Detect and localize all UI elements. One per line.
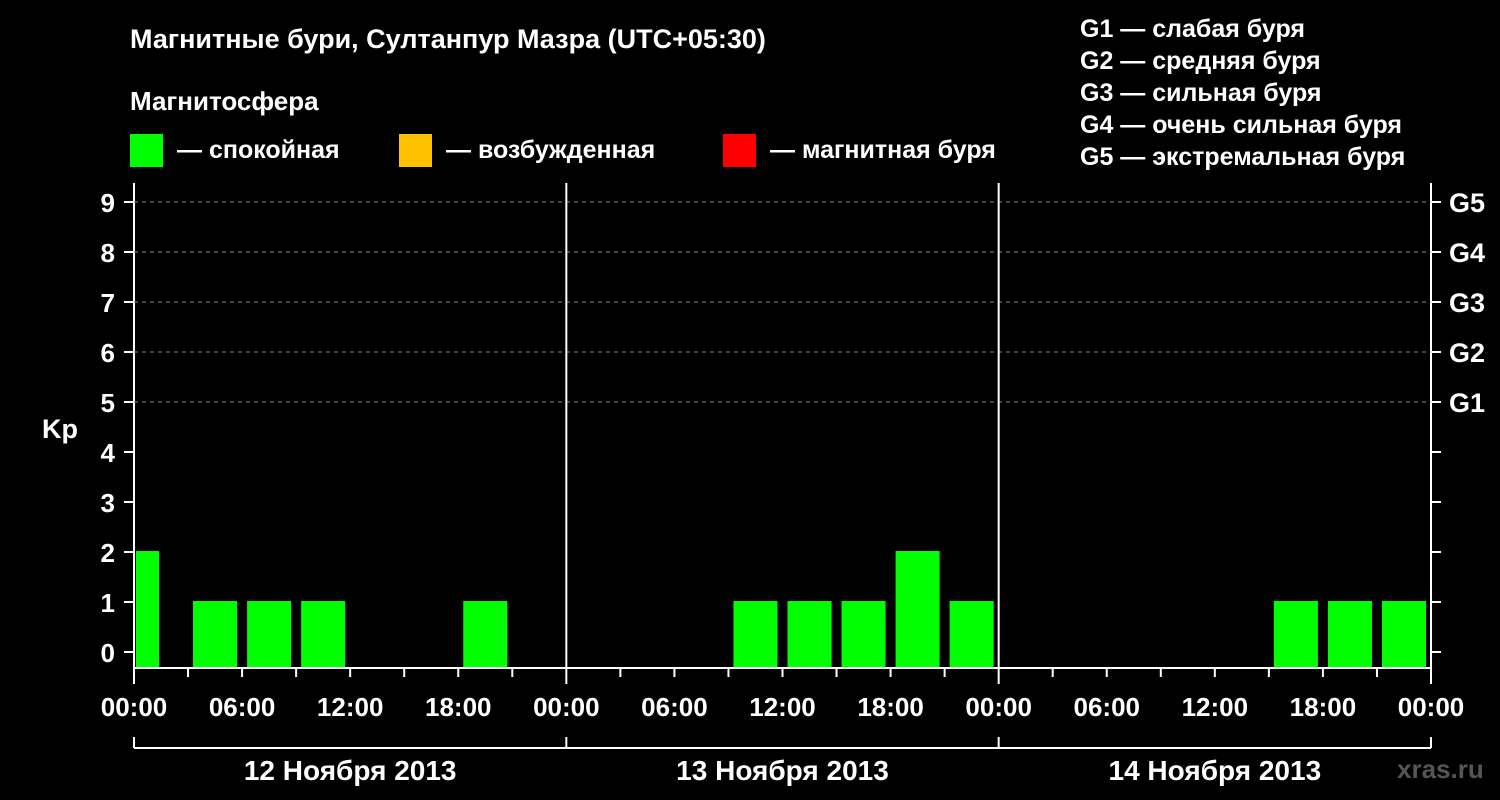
y-axis-label: Kp: [42, 414, 78, 444]
kp-bar-day1-slot2: [193, 601, 238, 667]
kp-bar-day3-slot7: [1327, 601, 1372, 667]
kp-bar-day2-slot4: [733, 601, 778, 667]
x-tick-label: 18:00: [1290, 692, 1357, 722]
y-tick-label-8: 8: [101, 238, 115, 268]
kp-bar-day2-slot5: [787, 601, 832, 667]
legend-label-1: — спокойная: [177, 136, 340, 164]
y-tick-label-1: 1: [101, 588, 115, 618]
x-tick-label: 00:00: [101, 692, 168, 722]
right-axis-label-G5: G5: [1449, 188, 1485, 218]
kp-bar-day1-slot3: [247, 601, 292, 667]
x-tick-label: 18:00: [425, 692, 492, 722]
legend-swatch-3: [723, 134, 756, 167]
chart-title: Магнитные бури, Султанпур Мазра (UTC+05:…: [130, 24, 766, 54]
kp-bar-day2-slot6: [841, 601, 886, 667]
x-tick-label: 06:00: [641, 692, 708, 722]
kp-bar-day2-slot8: [949, 601, 994, 667]
x-tick-label: 00:00: [533, 692, 600, 722]
credit-label: xras.ru: [1397, 754, 1484, 784]
storm-level-item-2: G2 — средняя буря: [1080, 47, 1321, 75]
y-tick-label-9: 9: [101, 188, 115, 218]
x-tick-label: 06:00: [209, 692, 276, 722]
x-tick-label-end: 00:00: [1398, 692, 1465, 722]
kp-bar-day1-slot1: [136, 551, 160, 667]
date-label-2: 13 Ноября 2013: [676, 755, 889, 786]
legend-label-2: — возбужденная: [446, 136, 655, 164]
x-tick-label: 18:00: [857, 692, 924, 722]
storm-level-item-1: G1 — слабая буря: [1080, 15, 1305, 43]
legend-heading: Магнитосфера: [130, 86, 319, 116]
y-tick-label-2: 2: [101, 538, 115, 568]
date-label-1: 12 Ноября 2013: [244, 755, 457, 786]
right-axis-label-G1: G1: [1449, 388, 1485, 418]
kp-bar-day3-slot8: [1381, 601, 1426, 667]
storm-level-item-5: G5 — экстремальная буря: [1080, 143, 1405, 171]
legend-swatch-1: [130, 134, 163, 167]
right-axis-label-G4: G4: [1449, 238, 1485, 268]
y-tick-label-6: 6: [101, 338, 115, 368]
x-tick-label: 06:00: [1074, 692, 1141, 722]
y-tick-label-7: 7: [101, 288, 115, 318]
kp-bar-day1-slot7: [463, 601, 508, 667]
legend-swatch-2: [399, 134, 432, 167]
x-tick-label: 12:00: [317, 692, 384, 722]
right-axis-label-G2: G2: [1449, 338, 1485, 368]
plot-area: 0 1 2 3 4 5 6 7 8 9 G1 G2 G3 G4 G5 00:00 06:00 12:00 18:00…: [101, 183, 1485, 786]
right-axis-label-G3: G3: [1449, 288, 1485, 318]
status-legend: — спокойная — возбужденная — магнитная бур…: [130, 134, 996, 167]
y-tick-label-4: 4: [101, 438, 116, 468]
storm-level-legend: G1 — слабая буря G2 — средняя буря G3 — си…: [1080, 15, 1405, 171]
y-tick-label-3: 3: [101, 488, 115, 518]
date-label-3: 14 Ноября 2013: [1109, 755, 1322, 786]
kp-bar-day2-slot7: [895, 551, 940, 667]
x-tick-label: 00:00: [965, 692, 1032, 722]
y-tick-label-5: 5: [101, 388, 115, 418]
kp-bar-day3-slot6: [1273, 601, 1318, 667]
storm-level-item-3: G3 — сильная буря: [1080, 79, 1322, 107]
legend-label-3: — магнитная буря: [770, 136, 996, 164]
kp-chart: Магнитные бури, Султанпур Мазра (UTC+05:…: [42, 15, 1485, 786]
x-tick-label: 12:00: [749, 692, 816, 722]
y-tick-label-0: 0: [101, 638, 115, 668]
storm-level-item-4: G4 — очень сильная буря: [1080, 111, 1402, 139]
x-tick-label: 12:00: [1182, 692, 1249, 722]
kp-bar-day1-slot4: [301, 601, 346, 667]
